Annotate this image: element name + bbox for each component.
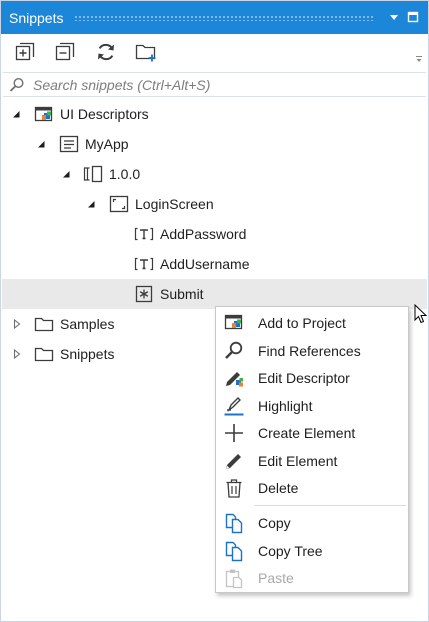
- menu-item-edit-element[interactable]: Edit Element: [216, 447, 408, 474]
- toolbar-overflow-icon[interactable]: [415, 55, 423, 63]
- copy-icon: [225, 513, 243, 534]
- menu-item-label: Edit Element: [258, 453, 338, 469]
- snippets-panel: Snippets Search snippets (Ctrl+Alt+S) UI…: [0, 0, 429, 622]
- panel-title: Snippets: [9, 10, 64, 26]
- ui-descriptors-icon: [34, 106, 53, 122]
- tree-node-label: UI Descriptors: [60, 106, 149, 122]
- menu-item-copy[interactable]: Copy: [216, 509, 408, 536]
- tree-node-myapp[interactable]: MyApp: [2, 129, 427, 159]
- new-folder-icon[interactable]: [134, 40, 158, 64]
- menu-item-label: Highlight: [258, 398, 313, 414]
- expanded-arrow-icon[interactable]: [11, 109, 21, 119]
- window-position-dropdown-icon[interactable]: [387, 10, 401, 24]
- edit-descriptor-icon: [226, 372, 243, 387]
- menu-item-label: Edit Descriptor: [258, 370, 350, 386]
- tree-node-label: MyApp: [85, 136, 129, 152]
- menu-item-create-element[interactable]: Create Element: [216, 419, 408, 446]
- refresh-icon[interactable]: [94, 40, 118, 64]
- menu-item-label: Delete: [258, 480, 299, 496]
- menu-item-label: Copy: [258, 515, 291, 531]
- paste-icon: [225, 569, 243, 589]
- menu-item-label: Create Element: [258, 425, 356, 441]
- text-element-icon: [134, 257, 154, 271]
- pencil-icon: [226, 454, 241, 469]
- menu-item-label: Add to Project: [258, 315, 346, 331]
- trash-icon: [226, 479, 242, 498]
- tree-node-label: Snippets: [60, 346, 115, 362]
- menu-item-edit-descriptor[interactable]: Edit Descriptor: [216, 364, 408, 391]
- tree-node-label: LoginScreen: [135, 196, 214, 212]
- search-box[interactable]: [3, 72, 426, 97]
- menu-item-find-references[interactable]: Find References: [216, 337, 408, 364]
- button-element-icon: [135, 285, 153, 303]
- collapse-all-icon[interactable]: [53, 40, 77, 64]
- plus-icon: [225, 424, 243, 442]
- version-icon: [83, 165, 103, 183]
- menu-item-paste: Paste: [216, 564, 408, 591]
- title-bar-grip[interactable]: [74, 15, 374, 21]
- add-to-project-icon: [224, 314, 243, 330]
- tree-node-label: AddPassword: [160, 226, 247, 242]
- panel-title-bar[interactable]: Snippets: [1, 1, 428, 34]
- tree-node-label: AddUsername: [160, 256, 250, 272]
- menu-separator: [254, 505, 406, 506]
- folder-icon: [34, 317, 54, 332]
- context-menu: Add to Project Find References Edit Desc…: [215, 306, 409, 593]
- screen-icon: [109, 195, 129, 213]
- mouse-cursor-icon: [414, 304, 428, 324]
- tree-node-addpassword[interactable]: AddPassword: [2, 219, 427, 249]
- tree-node-label: 1.0.0: [109, 166, 141, 182]
- menu-item-add-to-project[interactable]: Add to Project: [216, 309, 408, 336]
- tree-node-loginscreen[interactable]: LoginScreen: [2, 189, 427, 219]
- tree-node-addusername[interactable]: AddUsername: [2, 249, 427, 279]
- text-element-icon: [134, 227, 154, 241]
- tree-node-label: Samples: [60, 316, 115, 332]
- collapsed-arrow-icon[interactable]: [12, 349, 22, 359]
- menu-item-label: Copy Tree: [258, 543, 323, 559]
- tree-node-label: Submit: [160, 286, 204, 302]
- copy-tree-icon: [225, 541, 243, 562]
- expanded-arrow-icon[interactable]: [36, 139, 46, 149]
- highlight-icon: [224, 397, 244, 416]
- menu-item-highlight[interactable]: Highlight: [216, 392, 408, 419]
- magnifier-icon: [225, 341, 243, 359]
- menu-item-label: Paste: [258, 570, 294, 586]
- search-input[interactable]: [33, 75, 418, 95]
- expanded-arrow-icon[interactable]: [61, 169, 71, 179]
- menu-item-copy-tree[interactable]: Copy Tree: [216, 537, 408, 564]
- tree-node-version-1-0-0[interactable]: 1.0.0: [2, 159, 427, 189]
- expanded-arrow-icon[interactable]: [86, 199, 96, 209]
- collapsed-arrow-icon[interactable]: [12, 319, 22, 329]
- maximize-icon[interactable]: [406, 10, 420, 24]
- app-icon: [59, 135, 79, 153]
- toolbar: [1, 34, 428, 72]
- expand-all-icon[interactable]: [13, 40, 37, 64]
- menu-item-label: Find References: [258, 343, 361, 359]
- tree-node-submit[interactable]: Submit: [2, 279, 427, 309]
- menu-item-delete[interactable]: Delete: [216, 474, 408, 501]
- tree-node-ui-descriptors[interactable]: UI Descriptors: [2, 99, 427, 129]
- search-icon: [9, 77, 24, 92]
- folder-icon: [34, 347, 54, 362]
